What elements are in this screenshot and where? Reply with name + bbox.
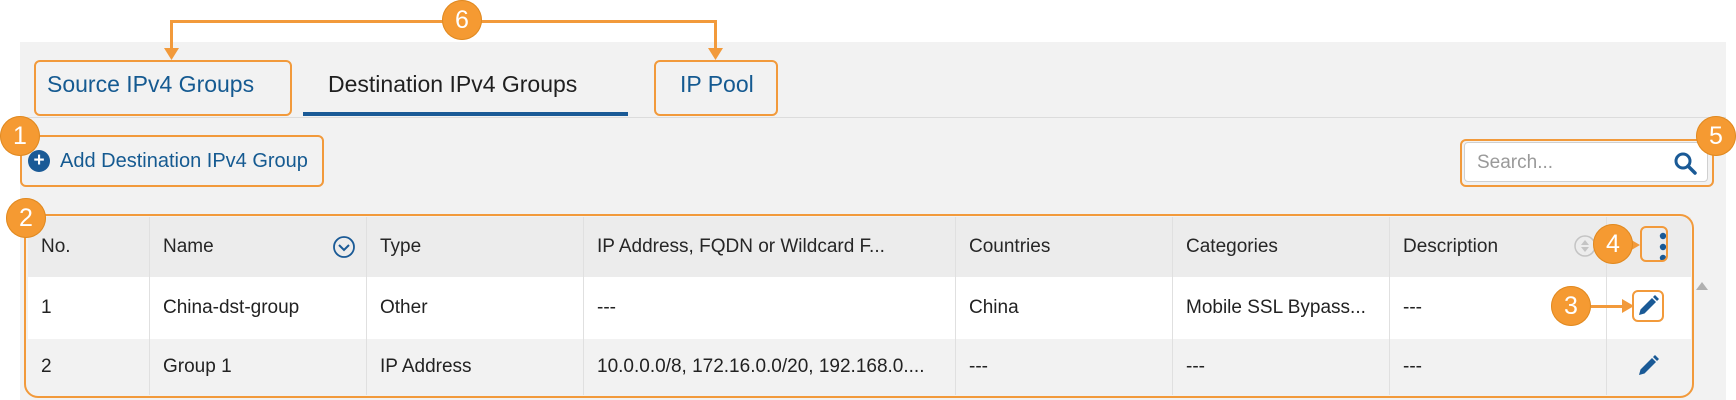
callout-box-edit bbox=[1632, 290, 1664, 322]
tab-divider bbox=[20, 117, 1726, 118]
callout-badge-5: 5 bbox=[1696, 116, 1736, 156]
callout-badge-1: 1 bbox=[0, 116, 40, 156]
callout-badge-2: 2 bbox=[6, 198, 46, 238]
callout-box-table bbox=[24, 214, 1694, 398]
callout-badge-3: 3 bbox=[1551, 286, 1591, 326]
callout-box-ip-pool-tab bbox=[654, 60, 778, 116]
arrow-down-icon bbox=[164, 48, 179, 60]
callout-box-search bbox=[1460, 139, 1714, 187]
callout-badge-6: 6 bbox=[442, 0, 482, 40]
callout-box-kebab bbox=[1640, 226, 1668, 262]
scroll-up-arrow[interactable] bbox=[1696, 282, 1708, 290]
arrow-right-icon bbox=[1622, 299, 1634, 313]
tab-destination-ipv4-groups[interactable]: Destination IPv4 Groups bbox=[328, 68, 577, 100]
callout-box-source-tab bbox=[34, 60, 292, 116]
active-tab-indicator bbox=[303, 112, 628, 116]
arrow-down-icon bbox=[708, 48, 723, 60]
callout-badge-4: 4 bbox=[1593, 224, 1633, 264]
callout-box-add-button bbox=[20, 135, 324, 187]
